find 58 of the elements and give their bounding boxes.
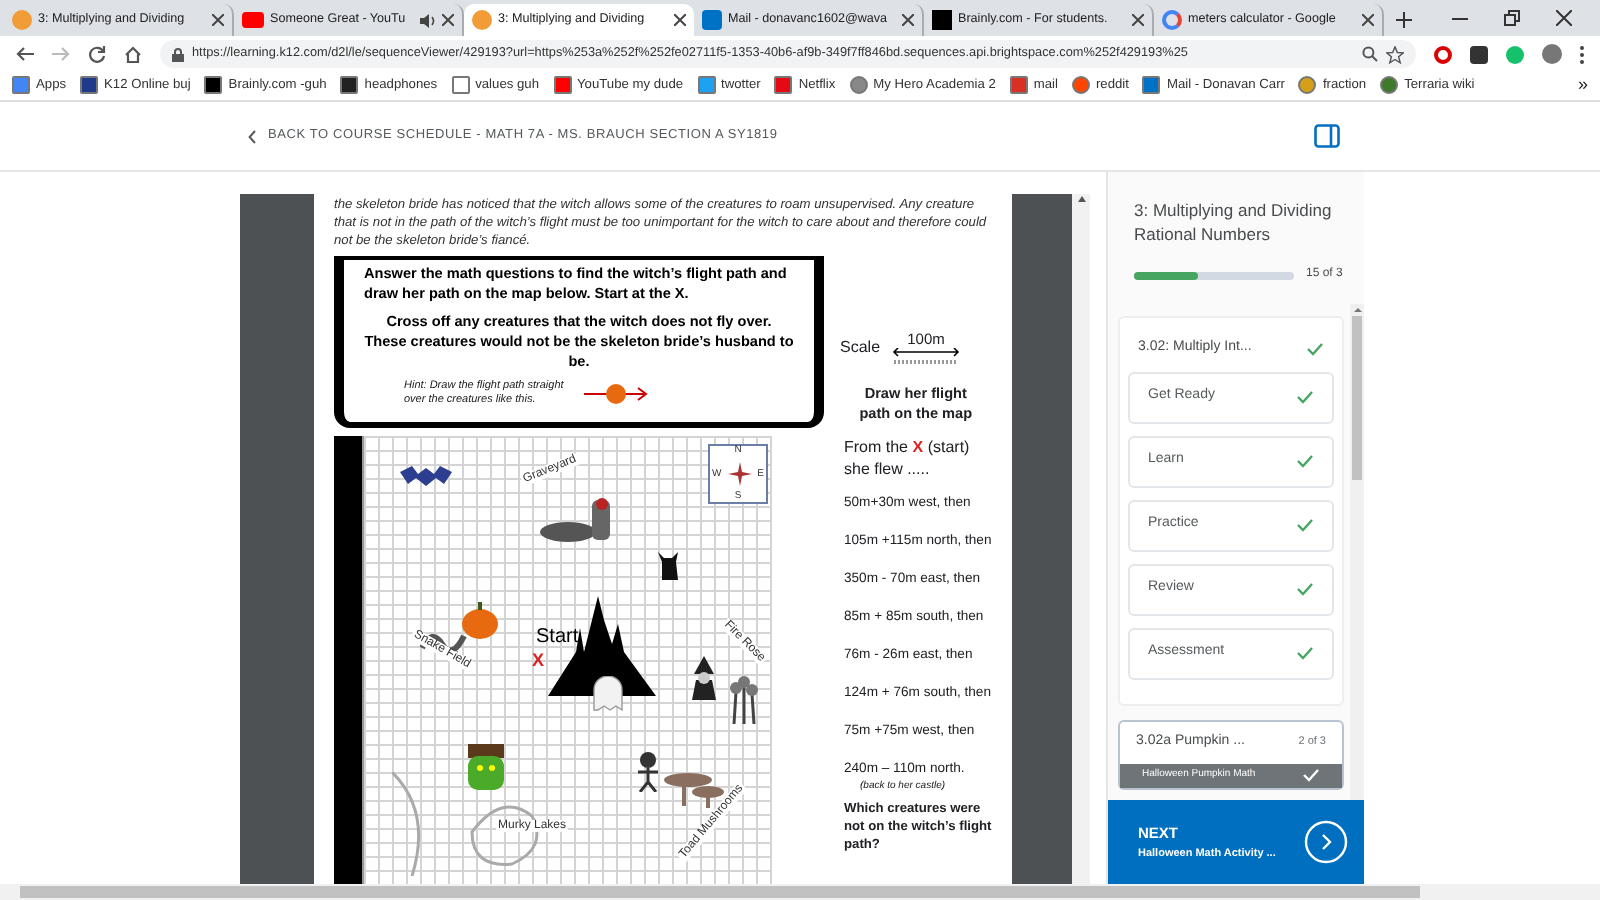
flower-drawing — [724, 672, 764, 724]
zoom-icon[interactable] — [1362, 46, 1378, 62]
cat-icon — [656, 548, 684, 580]
back-icon[interactable] — [16, 46, 34, 62]
witch-icon — [688, 656, 720, 700]
site-icon — [472, 10, 492, 30]
scale-bar — [892, 347, 961, 363]
bookmark-icon — [12, 76, 30, 95]
bookmark-icon — [553, 76, 571, 95]
bookmark-icon — [1071, 76, 1090, 95]
bookmark-icon — [774, 76, 793, 95]
bookmark-icon — [697, 76, 716, 95]
vertical-scrollbar[interactable] — [1072, 194, 1090, 884]
pumpkin-arrow-icon — [584, 384, 648, 404]
close-icon[interactable] — [1132, 14, 1144, 26]
site-icon — [12, 10, 32, 30]
panel-toggle-icon[interactable] — [1314, 124, 1340, 148]
chevron-left-icon[interactable] — [248, 129, 256, 143]
bookmark-icon — [80, 76, 99, 95]
start-mark: X — [532, 652, 545, 670]
close-icon[interactable] — [1362, 14, 1374, 26]
star-icon[interactable] — [1386, 45, 1404, 63]
close-icon[interactable] — [902, 14, 914, 26]
lock-icon — [172, 47, 184, 61]
map-label: Start — [536, 628, 579, 648]
skeleton-icon — [632, 752, 664, 792]
horizontal-scrollbar[interactable] — [0, 884, 1600, 900]
new-tab-icon[interactable] — [1396, 12, 1412, 28]
bookmark-icon — [1142, 76, 1161, 95]
bookmark-icon — [1009, 76, 1028, 95]
unit-title: 3: Multiplying and Dividing Rational Numbers — [1132, 198, 1334, 246]
close-icon[interactable] — [442, 14, 454, 26]
avatar-icon[interactable] — [1542, 44, 1562, 64]
close-icon[interactable] — [1556, 10, 1572, 26]
more-bookmarks-button[interactable]: » — [1577, 72, 1588, 100]
ghost-icon — [592, 676, 624, 712]
home-icon[interactable] — [124, 45, 142, 63]
close-icon[interactable] — [212, 14, 224, 26]
minimize-icon[interactable] — [1452, 17, 1468, 19]
list-scrollbar[interactable] — [1350, 304, 1364, 800]
bookmark-icon — [1380, 76, 1399, 95]
monster-face-icon — [464, 744, 508, 792]
restore-icon[interactable] — [1504, 10, 1520, 26]
bat-icon — [400, 464, 452, 488]
scale-label: Scale — [840, 335, 881, 360]
pumpkin-icon — [460, 600, 500, 640]
play-icon — [242, 12, 264, 28]
close-icon[interactable] — [674, 14, 686, 26]
bookmark-icon — [204, 76, 223, 95]
reload-icon[interactable] — [88, 45, 106, 63]
bookmark-icon — [340, 76, 359, 95]
chevron-right-icon — [1304, 820, 1348, 864]
bookmark-icon — [849, 76, 868, 95]
start-text: From the X (start) she flew ..... — [844, 435, 972, 479]
compass-rose-icon — [727, 462, 752, 486]
mail-icon — [702, 10, 722, 30]
bookmark-icon — [1298, 76, 1317, 95]
speaker-icon[interactable] — [420, 13, 436, 27]
